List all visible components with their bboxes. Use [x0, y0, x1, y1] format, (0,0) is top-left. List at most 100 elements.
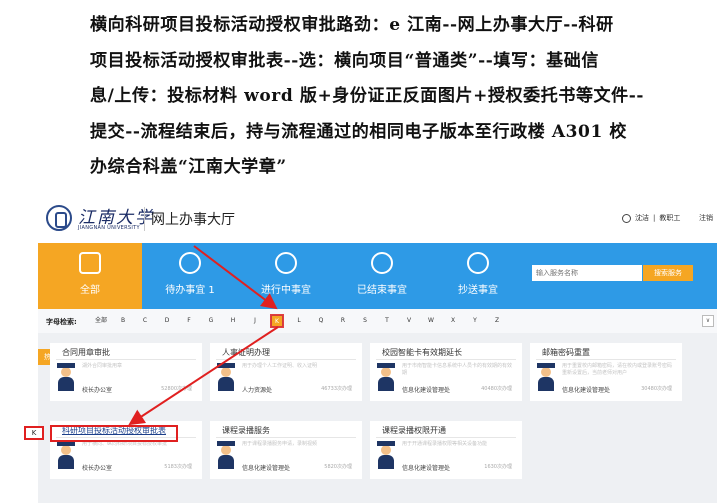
card-divider [376, 359, 516, 360]
card-description: 用于开通课程录播权限等相关设备功能 [402, 441, 488, 447]
card-divider [376, 437, 516, 438]
card-department: 信息化建设管理处 [402, 387, 451, 394]
graduate-avatar-icon [536, 363, 556, 393]
card-department: 人力资源处 [242, 387, 273, 394]
service-card[interactable]: 校园智能卡有效期延长 用于市南智能卡信息系统中人员卡的有效期的有效期 信息化建设… [370, 343, 522, 401]
card-description: 用于市南智能卡信息系统中人员卡的有效期的有效期 [402, 363, 513, 376]
highlight-box [50, 425, 178, 442]
card-divider [216, 437, 356, 438]
expand-button[interactable]: ∨ [702, 315, 714, 327]
letter-x[interactable]: X [442, 315, 464, 327]
graduate-avatar-icon [376, 363, 396, 393]
card-title: 课程录播权限开通 [382, 426, 446, 435]
user-icon [622, 213, 631, 223]
service-card[interactable]: 人事证明办理 用于办理个人工作证明、收入证明 人力资源处 46733次办理 [210, 343, 362, 401]
card-count: 30480次办理 [641, 386, 672, 392]
letter-t[interactable]: T [376, 315, 398, 327]
service-card[interactable]: 课程录播权限开通 用于开通课程录播权限等相关设备功能 信息化建设管理处 1630… [370, 421, 522, 479]
letter-c[interactable]: C [134, 315, 156, 327]
tile-label: 抄送事宜 [458, 285, 498, 296]
tile-label: 进行中事宜 [261, 285, 311, 296]
letter-r[interactable]: R [332, 315, 354, 327]
tile-in-progress[interactable]: 进行中事宜 [238, 243, 334, 309]
k-marker-box: K [24, 426, 44, 440]
service-card[interactable]: 课程录播服务 用于课程录播服务申请，录制视频 信息化建设管理处 5820次办理 [210, 421, 362, 479]
service-card[interactable]: 邮箱密码重置 用于重置校内邮箱密码，请在校内或登录账号密码重新设置后，当前老师对… [530, 343, 682, 401]
card-title: 课程录播服务 [222, 426, 270, 435]
card-description: 用于办理个人工作证明、收入证明 [242, 363, 318, 369]
letter-k-active[interactable]: K [270, 314, 284, 328]
tile-todo[interactable]: 待办事宜 1 [142, 243, 238, 309]
card-description: 湖外合同审批用章 [82, 363, 123, 369]
tile-all[interactable]: 全部 [38, 243, 142, 309]
instruction-line: 息/上传：投标材料 word 版+身份证正反面图片+授权委托书等文件-- [90, 86, 645, 106]
top-bar: 江南大学 JIANGNAN UNIVERSITY 网上办事大厅 沈洁 | 教职工… [38, 195, 717, 243]
logout-link[interactable]: 注销 [699, 213, 713, 223]
letter-j[interactable]: J [244, 315, 266, 327]
card-count: 5820次办理 [324, 464, 352, 470]
letter-v[interactable]: V [398, 315, 420, 327]
letter-f[interactable]: F [178, 315, 200, 327]
divider: | [653, 214, 656, 222]
check-icon [371, 252, 393, 274]
graduate-avatar-icon [56, 363, 76, 393]
card-divider [56, 359, 196, 360]
letter-list: 全部 B C D F G H J K L Q R S T V W X Y Z [90, 314, 508, 328]
card-department: 校长办公室 [82, 387, 113, 394]
card-description: 用于课程录播服务申请，录制视频 [242, 441, 318, 447]
letter-all[interactable]: 全部 [90, 315, 112, 327]
service-search-input[interactable] [532, 265, 642, 281]
send-icon [467, 252, 489, 274]
card-count: 52800次办理 [161, 386, 192, 392]
card-title: 合同用章审批 [62, 348, 110, 357]
site-title: 网上办事大厅 [151, 212, 235, 228]
graduate-avatar-icon [216, 441, 236, 471]
service-card[interactable]: 合同用章审批 湖外合同审批用章 校长办公室 52800次办理 [50, 343, 202, 401]
instruction-line: 项目投标活动授权审批表--选：横向项目“普通类”--填写：基础信 [90, 50, 599, 71]
card-title: 校园智能卡有效期延长 [382, 348, 462, 357]
logo-divider [144, 207, 145, 231]
card-department: 校长办公室 [82, 465, 113, 472]
card-description: 用于重置校内邮箱密码，请在校内或登录账号密码重新设置后，当前老师对用户 [562, 363, 673, 376]
card-count: 1630次办理 [484, 464, 512, 470]
card-title: 邮箱密码重置 [542, 348, 590, 357]
university-logo-icon [46, 205, 72, 231]
card-description: 用于横向、纵向科研项目投标授权审批 [82, 441, 168, 447]
alphabet-filter: 字母检索: 全部 B C D F G H J K L Q R S T V W X… [38, 309, 717, 333]
card-divider [216, 359, 356, 360]
card-divider [536, 359, 676, 360]
user-area[interactable]: 沈洁 | 教职工 [622, 213, 680, 223]
search-service-button[interactable]: 搜索服务 [643, 265, 693, 281]
grid-icon [79, 252, 101, 274]
letter-y[interactable]: Y [464, 315, 486, 327]
card-department: 信息化建设管理处 [562, 387, 611, 394]
progress-icon [275, 252, 297, 274]
letter-d[interactable]: D [156, 315, 178, 327]
tile-finished[interactable]: 已结束事宜 [334, 243, 430, 309]
user-name: 沈洁 [635, 214, 649, 222]
alphabet-filter-label: 字母检索: [46, 318, 77, 326]
instruction-line: 提交--流程结束后，持与流程通过的相同电子版本至行政楼 A301 校 [90, 121, 628, 142]
letter-b[interactable]: B [112, 315, 134, 327]
tile-cc[interactable]: 抄送事宜 [430, 243, 526, 309]
card-count: 5183次办理 [164, 464, 192, 470]
letter-q[interactable]: Q [310, 315, 332, 327]
tile-label: 待办事宜 1 [165, 285, 215, 296]
card-title: 人事证明办理 [222, 348, 270, 357]
letter-l[interactable]: L [288, 315, 310, 327]
graduate-avatar-icon [216, 363, 236, 393]
logo-english-name: JIANGNAN UNIVERSITY [78, 225, 140, 231]
instruction-line: 横向科研项目投标活动授权审批路劲：e 江南--网上办事大厅--科研 [90, 15, 614, 35]
letter-g[interactable]: G [200, 315, 222, 327]
instruction-text: 横向科研项目投标活动授权审批路劲：e 江南--网上办事大厅--科研 项目投标活动… [0, 0, 717, 192]
letter-h[interactable]: H [222, 315, 244, 327]
letter-w[interactable]: W [420, 315, 442, 327]
card-count: 40480次办理 [481, 386, 512, 392]
letter-z[interactable]: Z [486, 315, 508, 327]
tile-label: 全部 [80, 285, 100, 296]
tile-label: 已结束事宜 [357, 285, 407, 296]
letter-s[interactable]: S [354, 315, 376, 327]
card-department: 信息化建设管理处 [402, 465, 451, 472]
user-role: 教职工 [659, 214, 681, 222]
clock-icon [179, 252, 201, 274]
